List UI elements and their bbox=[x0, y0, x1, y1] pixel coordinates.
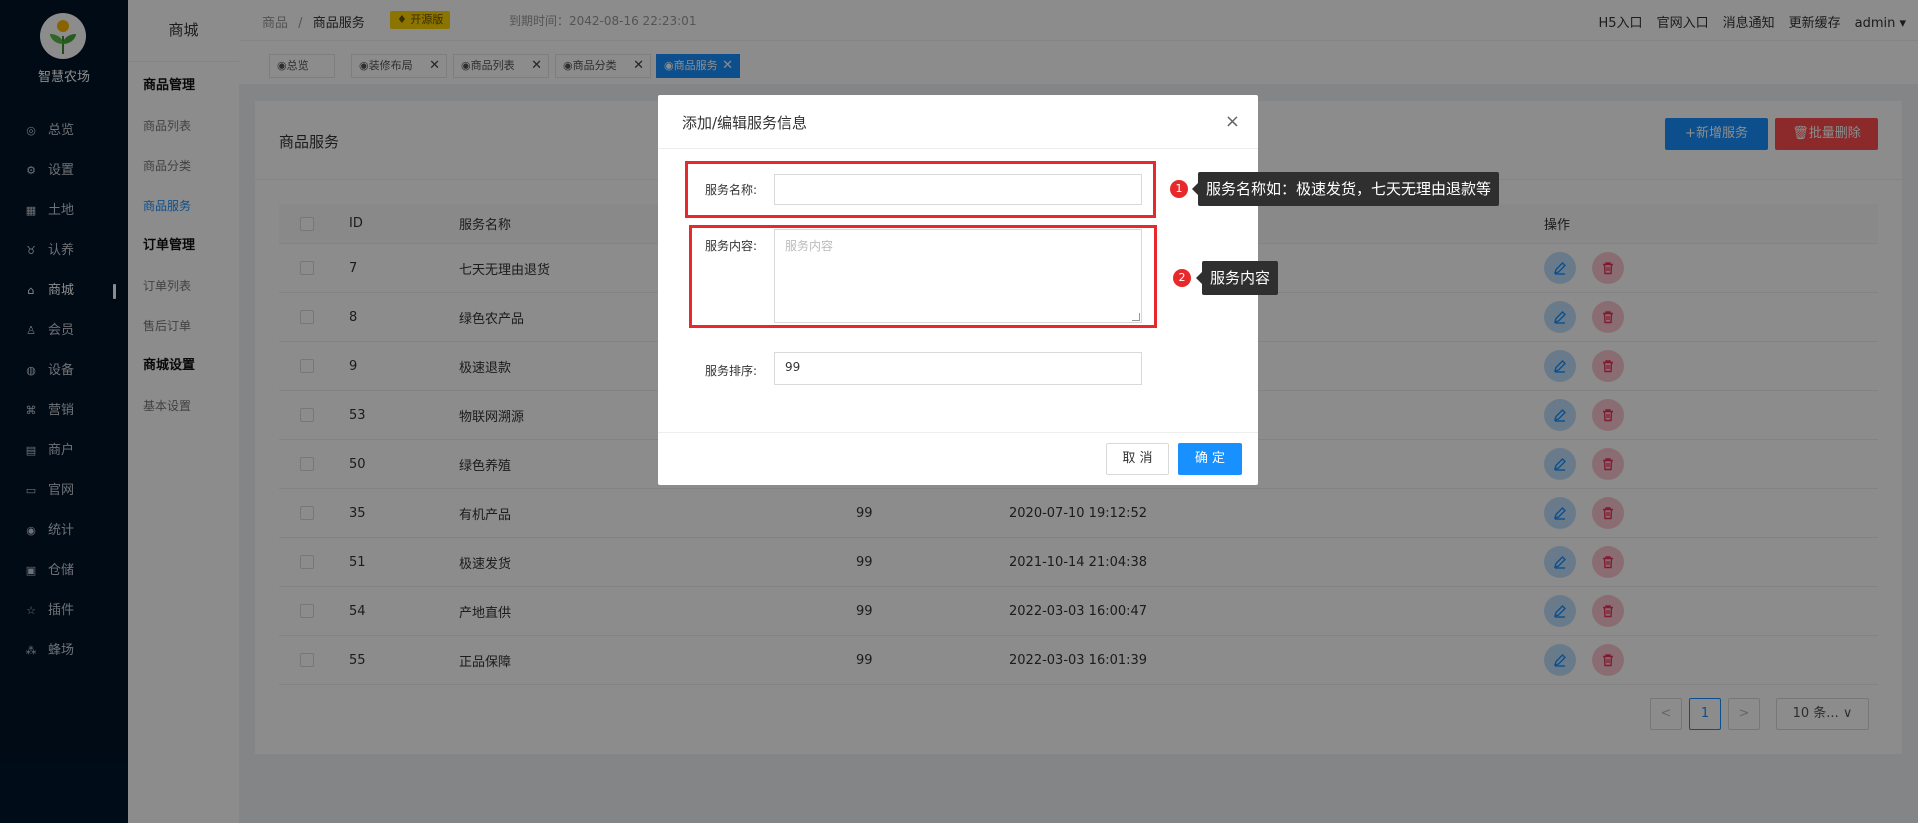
annotation-box-1 bbox=[685, 161, 1156, 218]
cancel-button[interactable]: 取 消 bbox=[1106, 443, 1169, 475]
service-sort-input[interactable]: 99 bbox=[774, 352, 1142, 385]
close-icon[interactable]: × bbox=[1225, 111, 1240, 132]
annotation-marker-2: 2 bbox=[1173, 269, 1191, 287]
annotation-marker-1: 1 bbox=[1170, 180, 1188, 198]
annotation-tip-2: 服务内容 bbox=[1195, 261, 1279, 295]
confirm-button[interactable]: 确 定 bbox=[1178, 443, 1242, 475]
dialog-footer-divider bbox=[658, 432, 1258, 433]
dialog-header-divider bbox=[658, 148, 1258, 149]
service-sort-label: 服务排序: bbox=[705, 364, 758, 378]
annotation-box-2 bbox=[689, 225, 1157, 328]
annotation-tip-1: 服务名称如：极速发货，七天无理由退款等 bbox=[1191, 172, 1500, 206]
dialog-title: 添加/编辑服务信息 bbox=[682, 114, 808, 132]
